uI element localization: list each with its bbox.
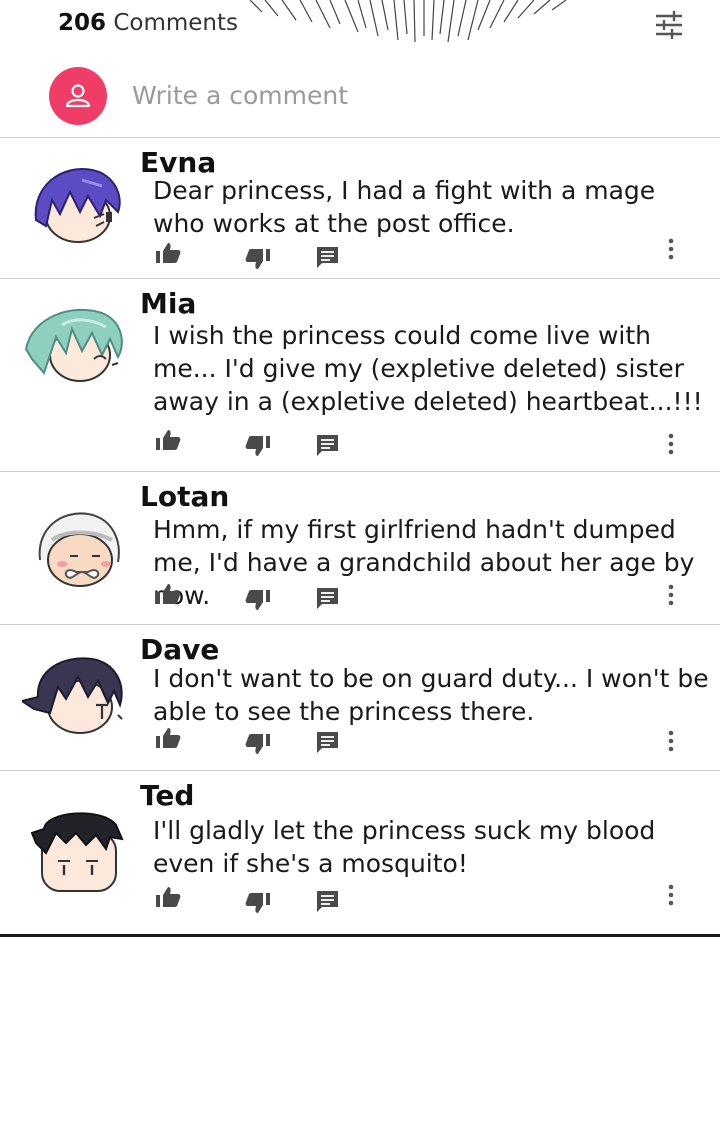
reply-icon[interactable] [314, 585, 344, 611]
dark-hair-avatar [22, 657, 123, 734]
thumbs-down-icon[interactable] [242, 889, 272, 915]
reply-icon[interactable] [314, 244, 344, 270]
comment-item: Lotan Hmm, if my first girlfriend hadn't… [0, 472, 720, 625]
reply-icon[interactable] [314, 432, 344, 458]
reply-icon[interactable] [314, 729, 344, 755]
thumbs-up-icon[interactable] [154, 582, 184, 608]
black-hair-avatar [30, 812, 124, 892]
thumbs-down-icon[interactable] [242, 730, 272, 756]
thumbs-down-icon[interactable] [242, 245, 272, 271]
comment-item: Evna Dear princess, I had a fight with a… [0, 138, 720, 279]
comment-text: I don't want to be on guard duty... I wo… [153, 664, 709, 726]
comments-header: 206 Comments [0, 0, 720, 50]
comment-author[interactable]: Lotan [140, 480, 229, 513]
comment-author[interactable]: Mia [140, 287, 196, 320]
comment-item: Dave I don't want to be on guard duty...… [0, 625, 720, 771]
old-man-avatar [38, 512, 120, 587]
more-vertical-icon[interactable] [664, 728, 678, 754]
thumbs-up-icon[interactable] [154, 726, 184, 752]
more-vertical-icon[interactable] [664, 236, 678, 262]
comment-text: Hmm, if my first girlfriend hadn't dumpe… [153, 515, 695, 610]
more-vertical-icon[interactable] [664, 882, 678, 908]
more-vertical-icon[interactable] [664, 582, 678, 608]
thumbs-down-icon[interactable] [242, 432, 272, 458]
more-vertical-icon[interactable] [664, 431, 678, 457]
comment-input[interactable] [130, 74, 674, 116]
sliders-icon[interactable] [652, 8, 688, 42]
thumbs-up-icon[interactable] [154, 428, 184, 454]
reply-icon[interactable] [314, 888, 344, 914]
comment-item: Mia I wish the princess could come live … [0, 279, 720, 472]
thumbs-up-icon[interactable] [154, 885, 184, 911]
user-icon[interactable] [49, 67, 107, 125]
green-hair-avatar [24, 308, 123, 382]
comment-text: Dear princess, I had a fight with a mage… [153, 176, 656, 238]
comment-text: I wish the princess could come live with… [153, 321, 703, 416]
thumbs-down-icon[interactable] [242, 586, 272, 612]
comment-composer [0, 60, 720, 136]
comment-text: I'll gladly let the princess suck my blo… [153, 816, 656, 878]
comment-author[interactable]: Ted [140, 779, 194, 812]
comment-item: Ted I'll gladly let the princess suck my… [0, 771, 720, 937]
thumbs-up-icon[interactable] [154, 241, 184, 267]
comment-count: 206 Comments [58, 10, 238, 36]
purple-hair-avatar [34, 168, 121, 243]
